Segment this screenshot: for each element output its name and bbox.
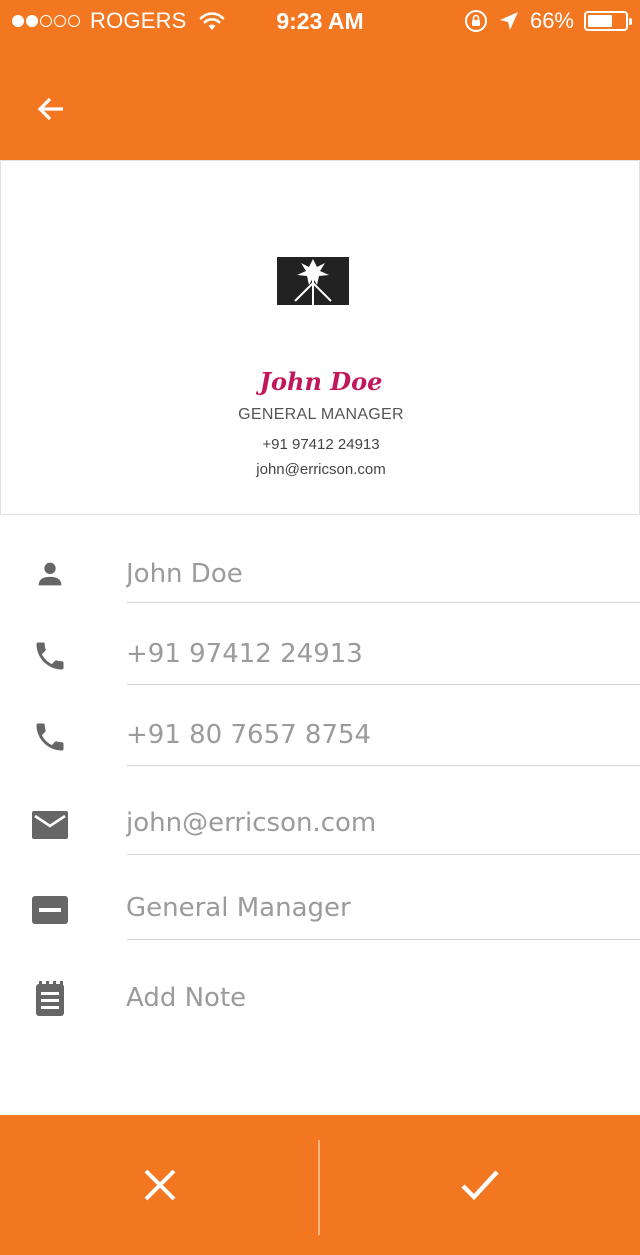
name-field-underline bbox=[127, 602, 640, 603]
name-input[interactable] bbox=[126, 554, 640, 594]
confirm-button[interactable] bbox=[320, 1115, 640, 1255]
status-left: ROGERS bbox=[12, 7, 225, 35]
card-name: John Doe bbox=[259, 367, 383, 396]
card-email: john@erricson.com bbox=[256, 461, 386, 478]
designation-input[interactable] bbox=[126, 888, 640, 928]
signal-strength-icon bbox=[12, 15, 82, 27]
phone-primary-input[interactable] bbox=[126, 634, 640, 674]
person-icon bbox=[30, 554, 70, 594]
business-card-preview: John Doe GENERAL MANAGER +91 97412 24913… bbox=[0, 160, 640, 515]
close-icon bbox=[144, 1169, 176, 1201]
battery-percent: 66% bbox=[529, 8, 574, 33]
location-arrow-icon bbox=[499, 12, 518, 30]
battery-level-fill bbox=[588, 15, 612, 27]
app-header: ROGERS 9:23 AM 66% bbox=[0, 0, 640, 160]
cancel-button[interactable] bbox=[0, 1115, 320, 1255]
note-icon bbox=[30, 978, 70, 1018]
phone-secondary-input[interactable] bbox=[126, 715, 640, 755]
card-phone: +91 97412 24913 bbox=[262, 436, 380, 453]
rotation-lock-icon bbox=[464, 10, 487, 32]
card-title: GENERAL MANAGER bbox=[238, 406, 404, 423]
bottom-action-bar bbox=[0, 1115, 640, 1255]
phone-icon bbox=[30, 717, 70, 757]
back-button[interactable] bbox=[26, 84, 76, 134]
phone1-field-underline bbox=[127, 684, 640, 685]
email-input[interactable] bbox=[126, 803, 640, 843]
phone-icon bbox=[30, 636, 70, 676]
battery-icon bbox=[584, 11, 632, 31]
company-logo bbox=[277, 257, 349, 305]
phone2-field-underline bbox=[127, 765, 640, 766]
carrier-name: ROGERS bbox=[90, 8, 187, 33]
email-field-underline bbox=[127, 854, 640, 855]
designation-field-underline bbox=[127, 939, 640, 940]
arrow-left-icon bbox=[37, 97, 63, 121]
status-right: 66% bbox=[464, 7, 632, 35]
designation-icon bbox=[30, 890, 70, 930]
status-bar: ROGERS 9:23 AM 66% bbox=[0, 0, 640, 42]
check-icon bbox=[461, 1170, 499, 1201]
email-icon bbox=[30, 805, 70, 845]
note-input[interactable] bbox=[126, 978, 640, 1018]
wifi-icon bbox=[199, 12, 224, 30]
